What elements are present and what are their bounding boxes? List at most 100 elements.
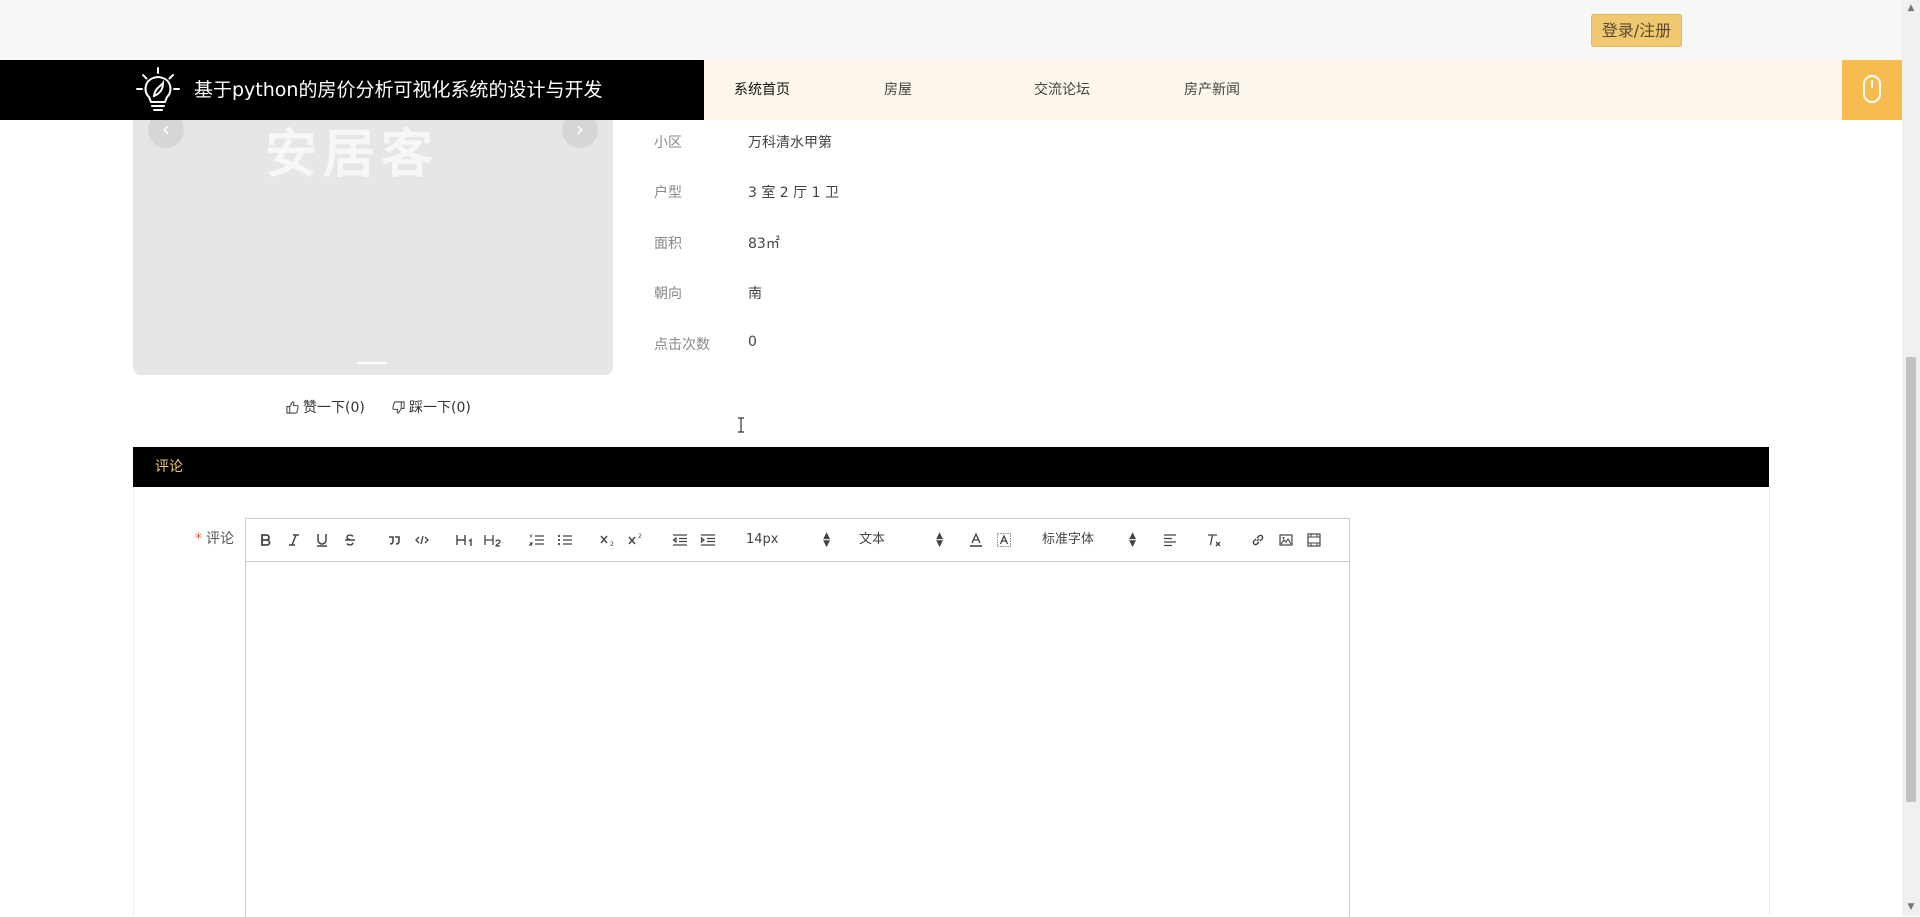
top-bar: 登录/注册 xyxy=(0,0,1920,60)
site-header: 基于python的房价分析可视化系统的设计与开发 系统首页 房屋 交流论坛 房产… xyxy=(0,60,1902,120)
scroll-thumb[interactable] xyxy=(1906,357,1916,802)
image-icon xyxy=(1279,534,1293,546)
text-type-select[interactable]: 文本 ▲ ▼ xyxy=(859,530,943,550)
code-button[interactable] xyxy=(412,530,432,550)
thumbs-up-icon xyxy=(286,401,299,414)
blockquote-button[interactable] xyxy=(384,530,404,550)
bold-button[interactable] xyxy=(256,530,276,550)
clear-format-icon xyxy=(1208,534,1221,547)
background-color-button[interactable] xyxy=(994,530,1014,550)
like-label: 赞一下(0) xyxy=(303,400,365,416)
font-color-button[interactable] xyxy=(966,530,986,550)
info-label: 户型 xyxy=(654,185,682,201)
image-button[interactable] xyxy=(1276,530,1296,550)
scroll-down-arrow-icon[interactable]: ▼ xyxy=(1902,899,1920,916)
ordered-list-icon xyxy=(529,534,544,546)
bold-icon xyxy=(261,534,271,546)
svg-text:2: 2 xyxy=(610,541,614,547)
carousel-watermark: 安居客 xyxy=(265,125,440,185)
lightbulb-logo-icon xyxy=(136,67,180,111)
background-color-icon xyxy=(997,533,1011,547)
superscript-button[interactable]: 2 xyxy=(626,530,646,550)
info-value: 0 xyxy=(748,334,757,350)
info-label: 点击次数 xyxy=(654,337,710,353)
mouse-icon xyxy=(1863,75,1881,103)
nav-item-forum[interactable]: 交流论坛 xyxy=(1034,60,1090,120)
heading1-button[interactable] xyxy=(455,530,475,550)
heading2-icon xyxy=(484,535,501,547)
outdent-icon xyxy=(672,534,687,546)
chevron-right-icon: › xyxy=(576,120,584,141)
ordered-list-button[interactable] xyxy=(527,530,547,550)
link-button[interactable] xyxy=(1248,530,1268,550)
italic-button[interactable] xyxy=(284,530,304,550)
info-label: 面积 xyxy=(654,236,682,252)
indent-button[interactable] xyxy=(698,530,718,550)
dislike-button[interactable]: 踩一下(0) xyxy=(392,397,471,417)
heading1-icon xyxy=(456,535,472,546)
info-value: 3 室 2 厅 1 卫 xyxy=(748,185,839,201)
comment-section-title: 评论 xyxy=(155,459,183,475)
select-caret-icon: ▲ ▼ xyxy=(1129,531,1136,549)
underline-icon xyxy=(317,534,327,547)
align-left-icon xyxy=(1164,534,1176,547)
site-title: 基于python的房价分析可视化系统的设计与开发 xyxy=(194,79,603,101)
subscript-icon: 2 xyxy=(600,535,614,547)
page-scrollbar[interactable]: ▲ ▼ xyxy=(1902,0,1920,916)
bullet-list-icon xyxy=(557,534,572,546)
carousel-prev-button[interactable]: ‹ xyxy=(148,120,184,148)
font-family-select[interactable]: 标准字体 ▲ ▼ xyxy=(1042,530,1136,550)
video-button[interactable] xyxy=(1304,530,1324,550)
info-label: 朝向 xyxy=(654,286,682,302)
comment-label-text: 评论 xyxy=(206,531,234,547)
superscript-icon: 2 xyxy=(628,533,642,545)
select-caret-icon: ▲ ▼ xyxy=(823,531,830,549)
brand: 基于python的房价分析可视化系统的设计与开发 xyxy=(0,60,704,120)
login-register-button[interactable]: 登录/注册 xyxy=(1591,14,1682,47)
clear-format-button[interactable] xyxy=(1204,530,1224,550)
like-button[interactable]: 赞一下(0) xyxy=(286,397,365,417)
font-size-select[interactable]: 14px ▲ ▼ xyxy=(746,530,830,550)
comment-section-header: 评论 xyxy=(133,447,1769,487)
carousel-next-button[interactable]: › xyxy=(562,120,598,148)
thumbs-down-icon xyxy=(392,401,405,414)
font-family-value: 标准字体 xyxy=(1042,532,1095,547)
bullet-list-button[interactable] xyxy=(555,530,575,550)
nav-item-news[interactable]: 房产新闻 xyxy=(1184,60,1240,120)
comment-field-label: * 评论 xyxy=(195,528,234,548)
scroll-up-arrow-icon[interactable]: ▲ xyxy=(1902,0,1920,17)
chevron-left-icon: ‹ xyxy=(162,120,170,141)
nav-item-house[interactable]: 房屋 xyxy=(884,60,912,120)
italic-icon xyxy=(289,534,299,546)
svg-text:2: 2 xyxy=(638,533,642,540)
code-icon xyxy=(415,535,429,545)
rich-text-editor: 2 2 14px ▲ ▼ 文本 ▲ ▼ 标准字体 ▲ ▼ xyxy=(245,518,1350,917)
font-color-icon xyxy=(970,533,982,547)
link-icon xyxy=(1252,534,1264,546)
carousel-indicator[interactable] xyxy=(357,362,387,364)
info-value: 83㎡ xyxy=(748,236,780,252)
subscript-button[interactable]: 2 xyxy=(598,530,618,550)
strikethrough-button[interactable] xyxy=(340,530,360,550)
heading2-button[interactable] xyxy=(483,530,503,550)
info-label: 小区 xyxy=(654,135,682,151)
underline-button[interactable] xyxy=(312,530,332,550)
quote-icon xyxy=(389,536,400,545)
info-value: 万科清水甲第 xyxy=(748,135,832,151)
comment-editor-input[interactable] xyxy=(246,562,1349,917)
outdent-button[interactable] xyxy=(670,530,690,550)
video-icon xyxy=(1307,533,1321,547)
text-type-value: 文本 xyxy=(859,532,886,547)
required-mark: * xyxy=(195,531,202,547)
select-caret-icon: ▲ ▼ xyxy=(936,531,943,549)
scroll-mouse-button[interactable] xyxy=(1842,60,1902,120)
house-image-carousel: 安居客 ‹ › xyxy=(133,120,613,375)
dislike-label: 踩一下(0) xyxy=(409,400,471,416)
nav-item-home[interactable]: 系统首页 xyxy=(734,60,790,120)
indent-icon xyxy=(700,534,715,546)
align-button[interactable] xyxy=(1160,530,1180,550)
info-value: 南 xyxy=(748,286,762,302)
strikethrough-icon xyxy=(345,534,355,546)
text-cursor-icon xyxy=(738,417,744,433)
font-size-value: 14px xyxy=(746,532,779,547)
